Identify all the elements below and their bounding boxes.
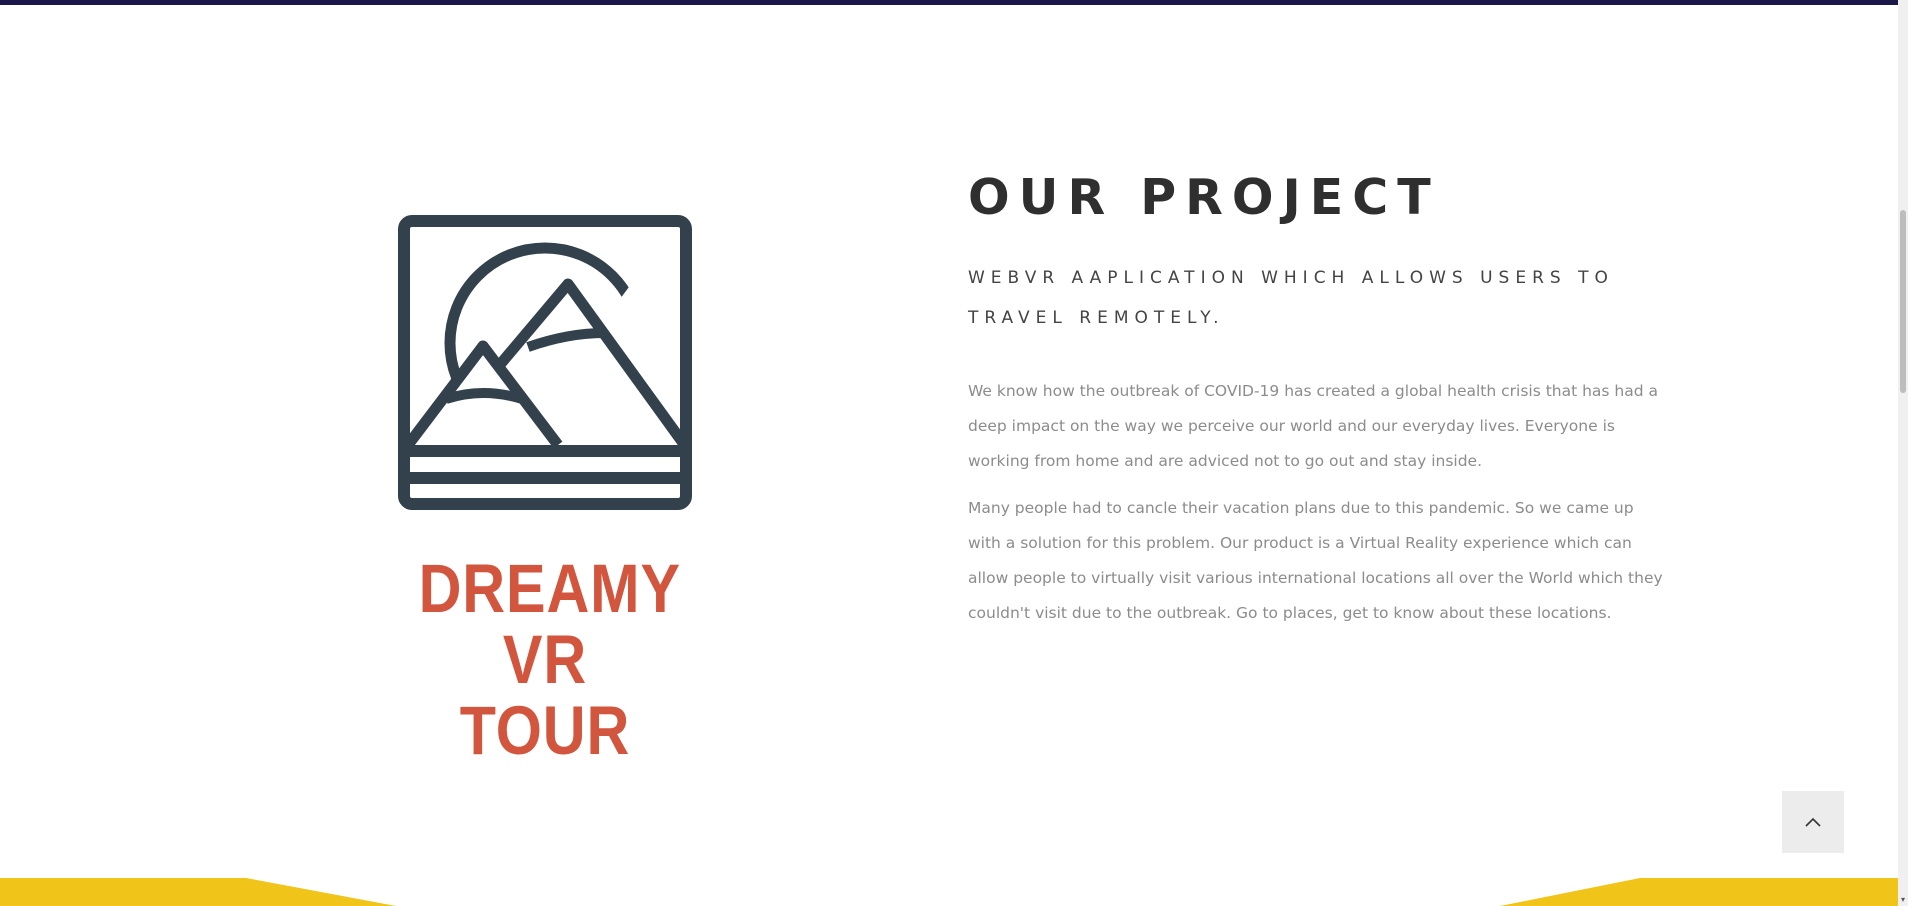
section-title: OUR PROJECT bbox=[968, 169, 1440, 226]
brand-line-2: VR TOUR bbox=[459, 621, 631, 769]
brand-wordmark: DREAMY VR TOUR bbox=[418, 550, 681, 769]
mountain-sun-frame-icon bbox=[398, 215, 692, 510]
page-scrollbar[interactable]: ▾ bbox=[1898, 0, 1908, 906]
brand-line-1: DREAMY bbox=[418, 550, 681, 627]
section-subtitle: WEBVR AAPLICATION WHICH ALLOWS USERS TO … bbox=[968, 268, 1614, 328]
header-strip bbox=[0, 0, 1898, 5]
chevron-up-icon bbox=[1805, 817, 1821, 827]
description-paragraph-1: We know how the outbreak of COVID-19 has… bbox=[968, 382, 1659, 470]
scrollbar-thumb[interactable] bbox=[1900, 210, 1906, 393]
back-to-top-button[interactable] bbox=[1782, 791, 1844, 853]
footer-band bbox=[0, 878, 1898, 906]
description-paragraph-2: Many people had to cancle their vacation… bbox=[968, 499, 1663, 622]
scroll-down-icon[interactable]: ▾ bbox=[1898, 894, 1908, 906]
